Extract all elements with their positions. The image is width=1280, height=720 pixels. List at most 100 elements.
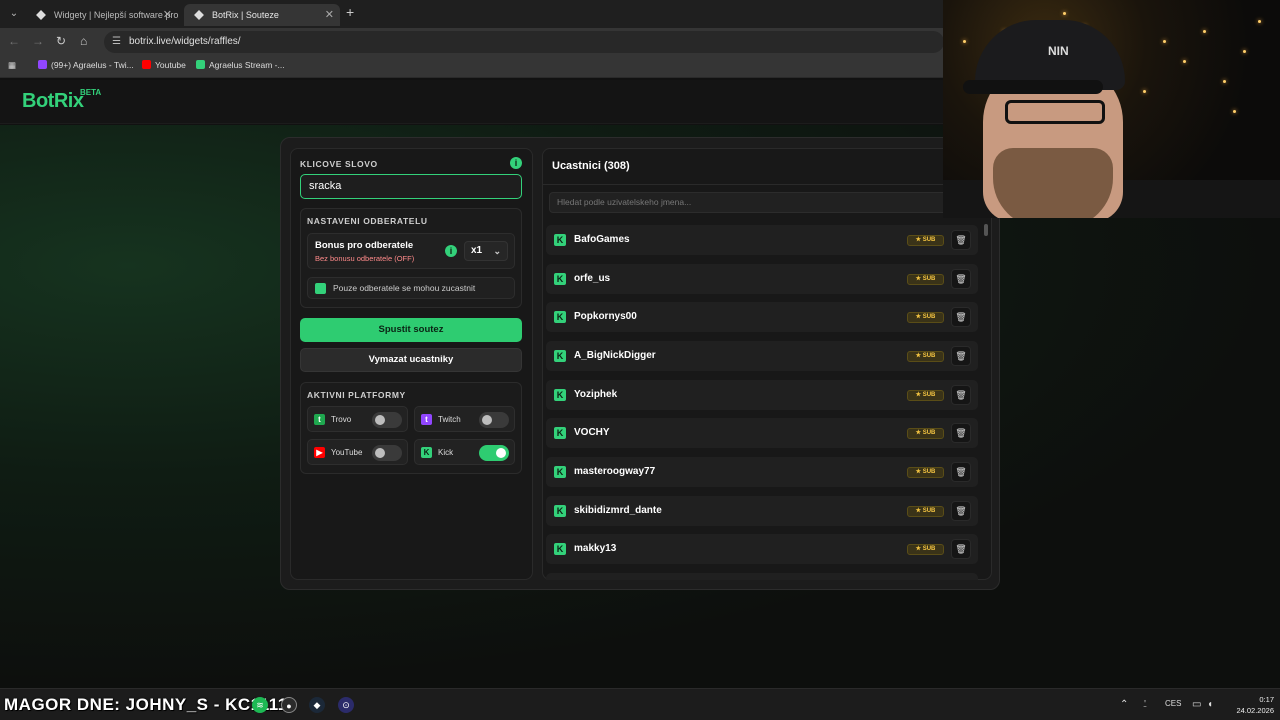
delete-icon[interactable]: 🗑 [951,385,971,405]
reload-icon[interactable]: ↻ [56,34,66,48]
app-icon[interactable]: ● [281,697,297,713]
back-icon[interactable]: ← [8,34,20,48]
participant-row: K Popkornys00 ★ SUB 🗑 [546,302,978,332]
kick-icon: K [421,447,432,458]
toggle-knob [375,415,385,425]
sub-badge: ★ SUB [907,544,944,555]
platform-trovo: t Trovo [307,406,408,432]
clock-time: 0:17 [1259,695,1274,704]
delete-icon[interactable]: 🗑 [951,501,971,521]
bookmark-twitch[interactable]: (99+) Agraelus - Twi... [38,60,134,70]
bookmark-kick[interactable]: Agraelus Stream -... [196,60,285,70]
tab-widgety[interactable]: Widgety | Nejlepší software pro ✕ [26,4,178,26]
kick-icon: K [554,389,566,401]
info-icon[interactable]: i [510,157,522,169]
microphone-icon[interactable]: ⍘ [1142,699,1148,710]
participant-name: orfe_us [574,273,611,284]
toggle-knob [375,448,385,458]
beta-badge: BETA [80,88,102,97]
spotify-icon[interactable]: ≋ [252,697,268,713]
sub-badge: ★ SUB [907,467,944,478]
delete-icon[interactable]: 🗑 [951,346,971,366]
site-info-icon[interactable]: ☰ [112,31,121,53]
keyword-title: KLICOVE SLOVO [300,159,378,169]
scrollbar-thumb[interactable] [984,224,988,236]
url-input[interactable]: ☰ botrix.live/widgets/raffles/ [104,31,944,53]
twitch-icon [38,60,47,69]
keyword-input[interactable]: sracka [300,174,522,199]
steam-icon[interactable]: ◆ [309,697,325,713]
delete-icon[interactable]: 🗑 [951,462,971,482]
subscriber-settings-title: NASTAVENI ODBERATELU [307,216,428,226]
tab-botrix[interactable]: BotRix | Souteze ✕ [184,4,340,26]
multiplier-select[interactable]: x1 ⌄ [464,241,508,261]
delete-icon[interactable]: 🗑 [951,423,971,443]
botrix-logo[interactable]: BotRix [22,90,84,113]
participant-name: A_BigNickDigger [574,350,656,361]
webcam-glasses [1005,100,1105,124]
sub-badge: ★ SUB [907,274,944,285]
participant-search-input[interactable]: Hledat podle uzivatelskeho jmena... [549,192,986,213]
tab-search-icon[interactable]: ⌄ [6,6,22,22]
obs-icon[interactable]: ⊙ [338,697,354,713]
bonus-title: Bonus pro odberatele [315,240,414,251]
close-tab-icon[interactable]: ✕ [325,4,334,26]
participant-row: K VOCHY ★ SUB 🗑 [546,418,978,448]
close-tab-icon[interactable]: ✕ [163,4,172,26]
platform-label: Twitch [438,415,461,424]
bonus-info-icon[interactable]: i [445,245,457,257]
bookmark-youtube[interactable]: Youtube [142,60,186,70]
kick-icon: K [554,466,566,478]
webcam-cap-brim [963,80,1103,94]
kick-icon: K [554,234,566,246]
kick-icon: K [554,505,566,517]
participant-row: K skibidizmrd_dante ★ SUB 🗑 [546,496,978,526]
youtube-icon: ▶ [314,447,325,458]
delete-icon[interactable]: 🗑 [951,230,971,250]
delete-icon[interactable]: 🗑 [951,539,971,559]
trovo-toggle[interactable] [372,412,402,428]
participant-name: BafoGames [574,234,630,245]
subs-only-checkbox[interactable] [315,283,326,294]
clear-participants-button[interactable]: Vymazat ucastniky [300,348,522,372]
kick-icon: K [554,543,566,555]
volume-icon[interactable]: ◖ [1207,699,1213,710]
participants-scrollbar[interactable] [983,218,989,580]
participant-row: K A_BigNickDigger ★ SUB 🗑 [546,341,978,371]
tab-title: BotRix | Souteze [212,10,279,20]
tray-expand-icon[interactable]: ⌃ [1120,699,1128,710]
participant-row: K masteroogway77 ★ SUB 🗑 [546,457,978,487]
bonus-status: Bez bonusu odberatele (OFF) [315,254,415,263]
favicon-icon [36,10,46,20]
apps-icon[interactable]: ▦ [8,60,16,71]
sub-badge: ★ SUB [907,506,944,517]
delete-icon[interactable]: 🗑 [951,307,971,327]
sub-badge: ★ SUB [907,235,944,246]
webcam-overlay: NIN [943,0,1280,218]
start-raffle-button[interactable]: Spustit soutez [300,318,522,342]
new-tab-icon[interactable]: + [346,4,354,20]
network-icon[interactable]: ▭ [1192,699,1201,710]
participant-name: Yoziphek [574,389,618,400]
tab-title: Widgety | Nejlepší software pro [54,10,179,20]
kick-toggle[interactable] [479,445,509,461]
language-indicator[interactable]: CES [1165,699,1181,708]
participants-title: Ucastnici (308) [552,160,630,172]
participant-name: VOCHY [574,427,610,438]
cap-logo-icon: NIN [1048,44,1069,58]
kick-icon: K [554,273,566,285]
sub-badge: ★ SUB [907,390,944,401]
delete-icon[interactable]: 🗑 [951,269,971,289]
participant-row: K makky13 ★ SUB 🗑 [546,534,978,564]
platform-label: Trovo [331,415,352,424]
clock[interactable]: 0:17 24.02.2026 [1222,694,1274,716]
sub-badge: ★ SUB [907,351,944,362]
youtube-toggle[interactable] [372,445,402,461]
participant-name: Popkornys00 [574,311,637,322]
toggle-knob [496,448,506,458]
twitch-toggle[interactable] [479,412,509,428]
forward-icon[interactable]: → [32,34,44,48]
trovo-icon: t [314,414,325,425]
kick-icon [196,60,205,69]
home-icon[interactable]: ⌂ [80,34,87,48]
